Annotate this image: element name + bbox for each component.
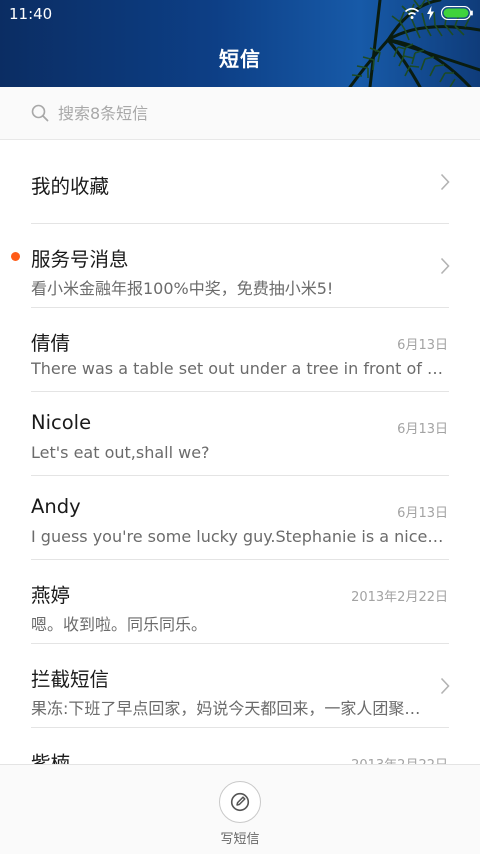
wifi-icon — [404, 7, 420, 19]
thread-preview: 果冻:下班了早点回家，妈说今天都回来，一家人团聚过年 — [31, 699, 426, 718]
thread-preview: There was a table set out under a tree i… — [31, 359, 448, 378]
thread-name: 倩倩 — [31, 332, 71, 355]
search-bar[interactable] — [0, 87, 480, 140]
thread-name: 拦截短信 — [31, 668, 110, 691]
battery-icon — [441, 6, 473, 20]
thread-preview: 看小米金融年报100%中奖，免费抽小米5! — [31, 279, 334, 298]
thread-name: Andy — [31, 495, 81, 518]
thread-row[interactable]: 燕婷 2013年2月22日 嗯。收到啦。同乐同乐。 — [0, 560, 480, 644]
search-input[interactable] — [58, 101, 438, 125]
thread-date: 6月13日 — [397, 422, 448, 437]
compose-icon — [230, 792, 250, 812]
compose-button[interactable] — [219, 781, 261, 823]
search-icon — [31, 104, 49, 122]
thread-row[interactable]: Andy 6月13日 I guess you're some lucky guy… — [0, 476, 480, 560]
bottom-bar: 写短信 — [0, 764, 480, 854]
chevron-right-icon — [440, 173, 450, 191]
thread-preview: I guess you're some lucky guy.Stephanie … — [31, 527, 448, 546]
status-icons — [404, 6, 473, 20]
charging-bolt-icon — [427, 6, 434, 20]
unread-dot — [11, 252, 20, 261]
page-title: 短信 — [219, 47, 261, 71]
thread-name: 服务号消息 — [31, 248, 129, 271]
favorites-row[interactable]: 我的收藏 — [0, 140, 480, 224]
favorites-label: 我的收藏 — [31, 175, 110, 198]
thread-row[interactable]: 紫楠 2013年2月22日 — [0, 728, 480, 765]
thread-row[interactable]: Nicole 6月13日 Let's eat out,shall we? — [0, 392, 480, 476]
conversation-list: 我的收藏 服务号消息 看小米金融年报100%中奖，免费抽小米5! 倩倩 6月13… — [0, 140, 480, 765]
thread-date: 2013年2月22日 — [351, 590, 448, 605]
compose-label: 写短信 — [220, 832, 260, 847]
thread-date: 6月13日 — [397, 506, 448, 521]
status-time: 11:40 — [9, 5, 53, 23]
thread-date: 6月13日 — [397, 338, 448, 353]
chevron-right-icon — [440, 257, 450, 275]
chevron-right-icon — [440, 677, 450, 695]
thread-name: 燕婷 — [31, 584, 71, 607]
thread-name: 紫楠 — [31, 752, 71, 765]
thread-row[interactable]: 倩倩 6月13日 There was a table set out under… — [0, 308, 480, 392]
thread-preview: Let's eat out,shall we? — [31, 443, 210, 462]
thread-preview: 嗯。收到啦。同乐同乐。 — [31, 615, 208, 634]
service-messages-row[interactable]: 服务号消息 看小米金融年报100%中奖，免费抽小米5! — [0, 224, 480, 308]
blocked-messages-row[interactable]: 拦截短信 果冻:下班了早点回家，妈说今天都回来，一家人团聚过年 — [0, 644, 480, 728]
thread-name: Nicole — [31, 411, 92, 434]
header: 11:40 短信 — [0, 0, 480, 87]
status-bar: 11:40 — [0, 0, 480, 28]
